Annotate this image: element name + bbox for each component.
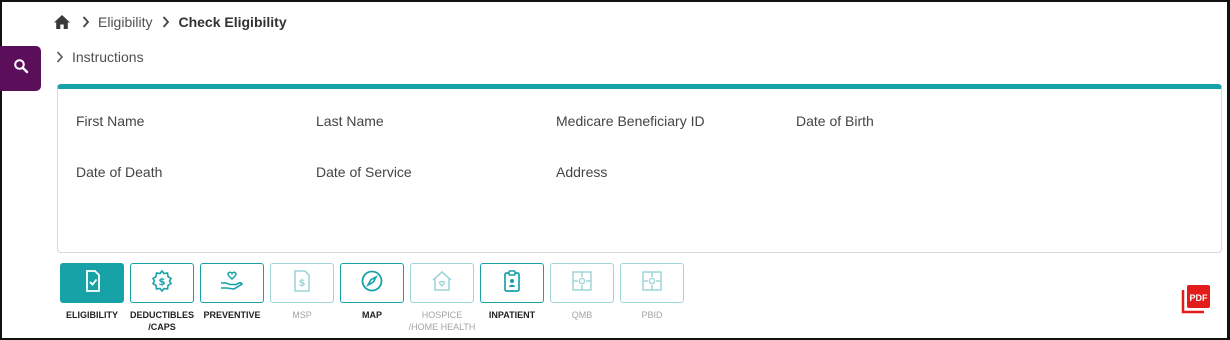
house-heart-icon <box>430 270 454 297</box>
tab-eligibility[interactable]: ELIGIBILITY <box>60 263 124 321</box>
tab-pbid: PBID <box>620 263 684 321</box>
chevron-right-icon <box>162 16 170 28</box>
dos-label: Date of Service <box>316 164 412 180</box>
dod-label: Date of Death <box>76 164 163 180</box>
breadcrumb-current: Check Eligibility <box>178 14 287 30</box>
chevron-right-icon <box>82 16 90 28</box>
last-name-label: Last Name <box>316 113 384 129</box>
tab-preventive[interactable]: PREVENTIVE <box>200 263 264 321</box>
tab-msp: $ MSP <box>270 263 334 321</box>
dollar-document-icon: $ <box>292 269 312 298</box>
search-button[interactable] <box>0 46 41 91</box>
tab-qmb: QMB <box>550 263 614 321</box>
tab-inpatient-button[interactable] <box>480 263 544 303</box>
clipboard-check-icon <box>81 269 103 298</box>
tab-qmb-button <box>550 263 614 303</box>
tab-preventive-button[interactable] <box>200 263 264 303</box>
mbi-label: Medicare Beneficiary ID <box>556 113 705 129</box>
tab-label: PBID <box>641 310 663 320</box>
chevron-right-icon <box>56 51 64 63</box>
dob-label: Date of Birth <box>796 113 874 129</box>
hand-heart-icon <box>219 270 245 297</box>
pdf-icon: PDF <box>1180 285 1212 318</box>
puzzle-icon <box>640 269 664 298</box>
tab-deductibles-caps-button[interactable]: $ <box>130 263 194 303</box>
breadcrumb: Eligibility Check Eligibility <box>52 12 287 32</box>
pdf-label: PDF <box>1190 293 1209 303</box>
tab-inpatient[interactable]: INPATIENT <box>480 263 544 321</box>
breadcrumb-eligibility[interactable]: Eligibility <box>98 14 152 30</box>
clipboard-person-icon <box>502 269 522 298</box>
home-icon[interactable] <box>52 12 72 32</box>
address-label: Address <box>556 164 608 180</box>
instructions-toggle[interactable]: Instructions <box>56 49 144 65</box>
tab-hospice-home-health: HOSPICE /HOME HEALTH <box>409 263 475 333</box>
dollar-gear-icon: $ <box>150 269 174 298</box>
svg-text:$: $ <box>299 278 306 289</box>
tab-map-button[interactable] <box>340 263 404 303</box>
tab-pbid-button <box>620 263 684 303</box>
svg-text:$: $ <box>159 277 166 288</box>
search-icon <box>13 58 29 79</box>
instructions-label: Instructions <box>72 49 144 65</box>
beneficiary-info-card: First Name Last Name Medicare Beneficiar… <box>57 84 1222 253</box>
tab-map[interactable]: MAP <box>340 263 404 321</box>
tab-hospice-home-health-button <box>410 263 474 303</box>
compass-icon <box>360 269 384 298</box>
first-name-label: First Name <box>76 113 145 129</box>
tab-msp-button: $ <box>270 263 334 303</box>
puzzle-icon <box>570 269 594 298</box>
pdf-export-button[interactable]: PDF <box>1180 284 1212 314</box>
tab-deductibles-caps[interactable]: $ DEDUCTIBLES /CAPS <box>130 263 194 333</box>
tab-eligibility-button[interactable] <box>60 263 124 303</box>
